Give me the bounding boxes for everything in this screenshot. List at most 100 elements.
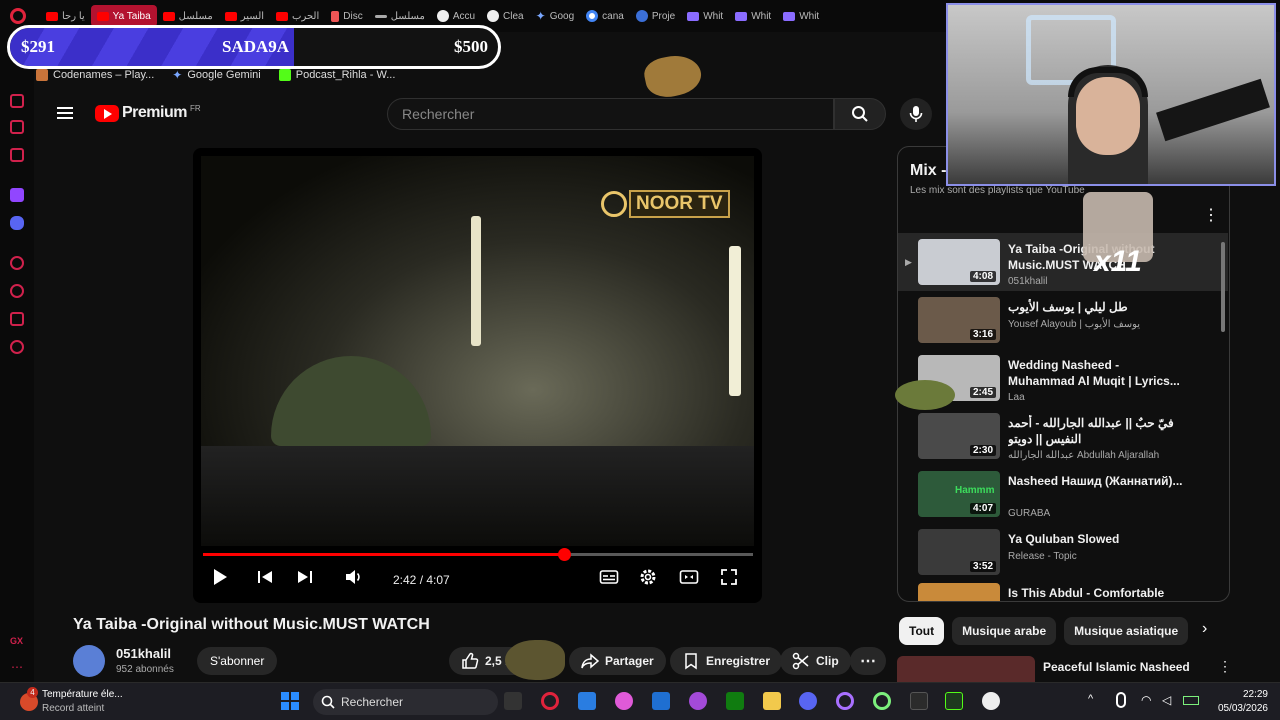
browser-tab[interactable]: Whit	[729, 5, 777, 27]
copilot-icon[interactable]	[615, 692, 633, 710]
task-view-icon[interactable]	[504, 692, 522, 710]
next-video-title[interactable]: Peaceful Islamic Nasheed	[1043, 660, 1190, 674]
browser-tab[interactable]: الحرب	[270, 5, 325, 27]
browser-tab[interactable]: السير	[219, 5, 270, 27]
browser-tab[interactable]: ✦ Goog	[530, 5, 581, 27]
youtube-logo[interactable]: Premium FR	[95, 104, 201, 122]
app-icon[interactable]	[910, 692, 928, 710]
browser-tab[interactable]: Accu	[431, 5, 481, 27]
menu-icon[interactable]	[57, 104, 73, 122]
subtitles-button[interactable]	[599, 568, 619, 591]
browser-tab[interactable]: Proje	[630, 5, 681, 27]
bookmark-codenames[interactable]: Codenames – Play...	[36, 69, 154, 81]
openai-icon	[436, 10, 449, 22]
playlist-item[interactable]: ▶ 4:08 Ya Taiba -Original without Music.…	[898, 233, 1228, 291]
more-icon[interactable]: ⋯	[11, 660, 23, 674]
mic-tray-icon[interactable]	[1116, 692, 1126, 708]
taskbar-search[interactable]: Rechercher	[313, 689, 498, 715]
extensions-icon[interactable]	[10, 312, 24, 326]
browser-tab[interactable]: مسلسل	[157, 5, 219, 27]
opera-icon[interactable]	[836, 692, 854, 710]
video-player[interactable]: NOOR TV 2:42 / 4:07	[193, 148, 762, 603]
video-progress-bar[interactable]	[203, 548, 753, 561]
playlist-item[interactable]: 3:52 Ya Quluban Slowed Release - Topic	[898, 523, 1228, 581]
browser-tab[interactable]: مسلسل	[369, 5, 431, 27]
history-icon[interactable]	[10, 284, 24, 298]
next-video-menu-icon[interactable]: ⋮	[1218, 658, 1232, 675]
playlist-item-title: Is This Abdul - Comfortable Path	[1008, 586, 1165, 600]
browser-tab[interactable]: Disc	[325, 5, 368, 27]
play-button[interactable]	[212, 568, 228, 591]
browser-tab[interactable]: cana	[580, 5, 630, 27]
browser-tab-active[interactable]: Ya Taiba	[90, 5, 157, 27]
more-actions-button[interactable]: ⋯	[850, 647, 886, 675]
playlist-item[interactable]: Is This Abdul - Comfortable Path	[898, 577, 1228, 601]
playlist-scrollbar[interactable]	[1221, 242, 1225, 332]
playlist-item[interactable]: 2:30 فيّ حبٌ || عبدالله الجارالله - أحمد…	[898, 407, 1228, 465]
opera-gx-icon[interactable]	[541, 692, 559, 710]
volume-tray-icon[interactable]: ◁	[1162, 693, 1171, 707]
video-scrubber-handle[interactable]	[557, 548, 571, 561]
battery-icon[interactable]	[1183, 696, 1199, 705]
fullscreen-button[interactable]	[720, 568, 738, 591]
chip-arabic-music[interactable]: Musique arabe	[952, 617, 1057, 645]
chip-all[interactable]: Tout	[899, 617, 945, 645]
opera-logo-icon[interactable]	[10, 8, 26, 24]
gx-corner-icon[interactable]: GX	[10, 636, 23, 646]
youtube-icon	[276, 11, 289, 21]
next-button[interactable]	[297, 568, 313, 591]
search-input[interactable]: Rechercher	[387, 98, 834, 130]
twitch-icon[interactable]	[10, 188, 24, 202]
photos-icon[interactable]	[578, 692, 596, 710]
webcam-overlay	[946, 3, 1276, 186]
playlist-item[interactable]: 4:07 Nasheed Нашид (Жаннатий)... GURABA	[898, 465, 1228, 523]
settings-button[interactable]	[639, 568, 657, 591]
xbox-icon[interactable]	[726, 692, 744, 710]
gear-icon	[640, 569, 656, 585]
bag-icon[interactable]	[10, 94, 24, 108]
chip-asian-music[interactable]: Musique asiatique	[1064, 617, 1189, 645]
taskbar-clock[interactable]: 22:29 05/03/2026	[1218, 688, 1268, 716]
bookmark-gemini[interactable]: ✦ Google Gemini	[172, 68, 260, 82]
subscribe-button[interactable]: S'abonner	[197, 647, 278, 675]
weather-widget[interactable]: Température éle... Record atteint	[42, 688, 123, 716]
bookmark-podcast[interactable]: Podcast_Rihla - W...	[278, 69, 395, 81]
search-button[interactable]	[834, 98, 886, 130]
next-video-thumbnail[interactable]	[897, 656, 1035, 684]
kick-icon[interactable]	[945, 692, 963, 710]
share-button[interactable]: Partager	[569, 647, 666, 675]
discord-icon[interactable]	[799, 692, 817, 710]
gamepad-icon[interactable]	[10, 120, 24, 134]
playlist-item[interactable]: 3:16 طل ليلي | يوسف الأيوب Yousef Alayou…	[898, 291, 1228, 349]
discord-icon[interactable]	[10, 216, 24, 230]
volume-button[interactable]	[345, 568, 363, 591]
store-icon[interactable]	[652, 692, 670, 710]
folder-icon[interactable]	[763, 692, 781, 710]
browser-tab[interactable]: Clea	[481, 5, 530, 27]
clip-button[interactable]: Clip	[780, 647, 851, 675]
app-icon[interactable]	[689, 692, 707, 710]
news-icon[interactable]	[10, 148, 24, 162]
browser-tab[interactable]: Whit	[777, 5, 825, 27]
shield-icon	[783, 11, 796, 21]
channel-avatar[interactable]	[73, 645, 105, 677]
previous-button[interactable]	[257, 568, 273, 591]
playlist-menu-icon[interactable]: ⋮	[1203, 205, 1219, 225]
opera-gx-green-icon[interactable]	[873, 692, 891, 710]
tray-chevron-icon[interactable]: ^	[1088, 693, 1093, 705]
chevron-right-icon[interactable]: ›	[1202, 620, 1207, 638]
browser-tab[interactable]: Whit	[681, 5, 729, 27]
theater-mode-button[interactable]	[679, 568, 699, 591]
settings-icon[interactable]	[10, 340, 24, 354]
save-button[interactable]: Enregistrer	[670, 647, 783, 675]
channel-name[interactable]: 051khalil	[116, 646, 171, 661]
browser-tab[interactable]: يا رحا	[40, 5, 91, 27]
wifi-icon[interactable]: ◠	[1141, 693, 1151, 707]
donation-goal-bar: $291 SADA9A $500	[7, 25, 501, 69]
playlist-item-channel: 051khalil	[1008, 276, 1048, 287]
obs-icon[interactable]	[982, 692, 1000, 710]
youtube-icon	[46, 11, 58, 21]
voice-search-button[interactable]	[900, 98, 932, 130]
windows-start-icon[interactable]	[281, 692, 299, 710]
player-icon[interactable]	[10, 256, 24, 270]
